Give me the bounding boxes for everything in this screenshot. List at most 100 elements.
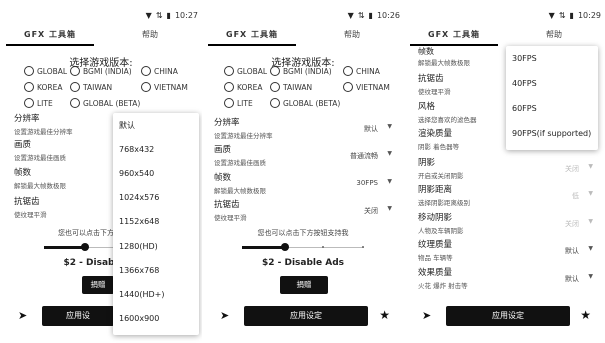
donate-button[interactable]: 捐赠 [280,276,328,294]
status-time: 10:29 [577,11,601,20]
radio-korea[interactable]: KOREA [224,82,263,92]
tab-help[interactable]: 帮助 [100,29,200,40]
donate-button[interactable]: 捐赠 [82,276,114,294]
radio-circle [224,98,234,108]
slider-thumb[interactable] [281,243,289,251]
tab-help[interactable]: 帮助 [504,29,604,40]
radio-vietnam[interactable]: VIETNAM [343,82,390,92]
dropdown-option[interactable]: 960x540 [113,161,199,185]
battery-icon: ▮ [569,11,574,20]
radio-circle [270,82,280,92]
radio-taiwan[interactable]: TAIWAN [70,82,112,92]
apply-button[interactable]: 应用设定 [244,306,368,326]
radio-bgmi[interactable]: BGMI (INDIA) [70,66,132,76]
tab-help[interactable]: 帮助 [302,29,402,40]
apply-button[interactable]: 应用设定 [446,306,570,326]
radio-china[interactable]: CHINA [343,66,380,76]
radio-circle [224,82,234,92]
dropdown-arrow-icon[interactable]: ▼ [387,178,392,185]
dropdown-option[interactable]: 1280(HD) [113,234,199,258]
dropdown-arrow-icon[interactable]: ▼ [387,123,392,130]
radio-global[interactable]: GLOBAL [224,66,267,76]
send-icon[interactable]: ➤ [422,309,431,322]
star-icon[interactable]: ★ [379,308,390,322]
radio-circle [343,82,353,92]
dropdown-option[interactable]: 1600x900 [113,307,199,331]
battery-icon: ▮ [166,11,171,20]
dropdown-option[interactable]: 默认 [113,113,199,137]
dropdown-arrow-icon[interactable]: ▼ [588,163,593,170]
status-bar: ▼ ⇅ ▮ 10:26 [348,11,400,20]
slider-thumb[interactable] [81,243,89,251]
radio-label: LITE [37,98,53,108]
setting-texture-quality[interactable]: 纹理质量 物品 车辆等 默认 ▼ [418,238,597,262]
data-icon: ⇅ [558,11,566,20]
radio-korea[interactable]: KOREA [24,82,63,92]
apply-button[interactable]: 应用设 [42,306,114,326]
ad-slider[interactable] [44,243,114,251]
dropdown-option[interactable]: 1024x576 [113,186,199,210]
radio-china[interactable]: CHINA [141,66,178,76]
bottom-bar: ➤ 应用设定 ★ [404,306,605,326]
dropdown-arrow-icon[interactable]: ▼ [588,245,593,252]
slider-fill [44,246,84,249]
wifi-icon: ▼ [145,11,152,20]
dropdown-arrow-icon[interactable]: ▼ [588,273,593,280]
setting-fps[interactable]: 帧数 解锁最大帧数极限 30FPS ▼ [214,171,396,195]
radio-vietnam[interactable]: VIETNAM [141,82,188,92]
radio-label: VIETNAM [154,82,188,92]
setting-resolution[interactable]: 分辨率 设置游戏最佳分辨率 默认 ▼ [214,116,396,140]
send-icon[interactable]: ➤ [220,309,229,322]
dropdown-option[interactable]: 1152x648 [113,210,199,234]
radio-label: CHINA [356,66,380,76]
radio-global[interactable]: GLOBAL [24,66,67,76]
dropdown-option[interactable]: 1440(HD+) [113,282,199,306]
status-bar: ▼ ⇅ ▮ 10:29 [549,11,601,20]
radio-global-beta[interactable]: GLOBAL (BETA) [270,98,340,108]
radio-taiwan[interactable]: TAIWAN [270,82,312,92]
support-text: 您也可以点击下方按钮支持我 [257,229,349,237]
setting-moving-shadow[interactable]: 移动阴影 人物及车辆阴影 关闭 ▼ [418,211,597,235]
ad-slider[interactable] [242,243,364,251]
data-icon: ⇅ [357,11,365,20]
data-icon: ⇅ [155,11,163,20]
tab-gfx-tool[interactable]: GFX 工具箱 [404,29,504,40]
dropdown-option[interactable]: 90FPS(if supported) [506,121,598,146]
setting-shadow[interactable]: 阴影 开启或关闭阴影 关闭 ▼ [418,156,597,180]
radio-circle [224,66,234,76]
dropdown-arrow-icon[interactable]: ▼ [588,218,593,225]
dropdown-arrow-icon[interactable]: ▼ [387,205,392,212]
dropdown-option[interactable]: 60FPS [506,96,598,121]
status-bar: ▼ ⇅ ▮ 10:27 [146,11,198,20]
slider-tick [362,246,364,248]
radio-label: GLOBAL [37,66,68,76]
setting-shadow-distance[interactable]: 阴影距离 选择阴影距离级别 低 ▼ [418,183,597,207]
fps-dropdown-menu: 30FPS 40FPS 60FPS 90FPS(if supported) [506,46,598,150]
send-icon[interactable]: ➤ [18,309,27,322]
radio-circle [270,98,280,108]
tab-gfx-tool[interactable]: GFX 工具箱 [202,29,302,40]
radio-global-beta[interactable]: GLOBAL (BETA) [70,98,140,108]
radio-lite[interactable]: LITE [224,98,253,108]
radio-circle [70,66,80,76]
dropdown-option[interactable]: 30FPS [506,46,598,71]
setting-antialiasing[interactable]: 抗锯齿 使纹理平滑 关闭 ▼ [214,198,396,222]
radio-label: KOREA [237,82,263,92]
setting-value: 低 [572,192,579,200]
setting-graphics[interactable]: 画质 设置游戏最佳画质 普通流畅 ▼ [214,143,396,167]
dropdown-arrow-icon[interactable]: ▼ [588,190,593,197]
radio-circle [70,82,80,92]
status-time: 10:26 [376,11,400,20]
star-icon[interactable]: ★ [580,308,591,322]
slider-fill [242,246,284,249]
radio-lite[interactable]: LITE [24,98,53,108]
radio-bgmi[interactable]: BGMI (INDIA) [270,66,332,76]
radio-label: GLOBAL [237,66,268,76]
dropdown-option[interactable]: 1366x768 [113,258,199,282]
tab-gfx-tool[interactable]: GFX 工具箱 [0,29,100,40]
dropdown-arrow-icon[interactable]: ▼ [387,150,392,157]
radio-label: CHINA [154,66,178,76]
dropdown-option[interactable]: 40FPS [506,71,598,96]
setting-effect-quality[interactable]: 效果质量 火花 爆炸 射击等 默认 ▼ [418,266,597,290]
dropdown-option[interactable]: 768x432 [113,137,199,161]
